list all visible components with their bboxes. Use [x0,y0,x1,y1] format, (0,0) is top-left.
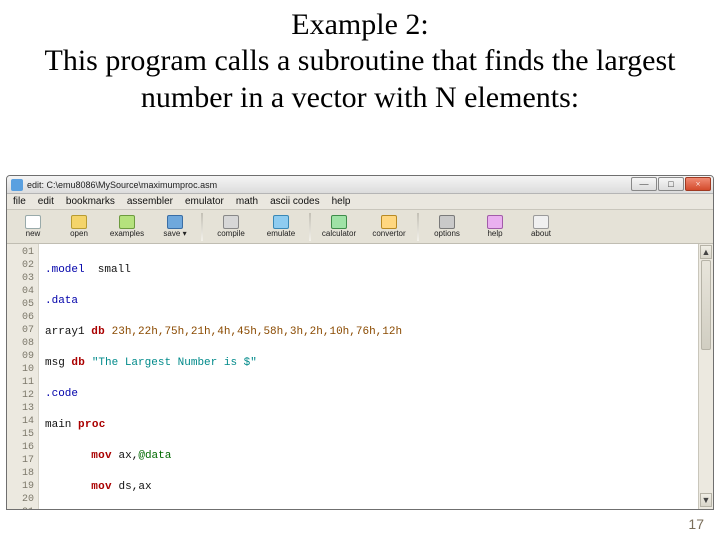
menu-emulator[interactable]: emulator [185,196,224,207]
menu-ascii[interactable]: ascii codes [270,196,319,207]
tb-examples[interactable]: examples [103,211,151,243]
app-icon [11,179,23,191]
code-line: msg db "The Largest Number is $" [45,357,713,370]
emulate-icon [273,215,289,229]
slide-page-number: 17 [688,516,704,532]
line-number: 10 [7,363,38,376]
menu-bookmarks[interactable]: bookmarks [66,196,115,207]
toolbar: new open examples save ▾ compile emulate… [7,210,713,244]
line-number: 04 [7,285,38,298]
line-number: 06 [7,311,38,324]
scroll-down-button[interactable]: ▼ [700,493,712,507]
line-number: 16 [7,441,38,454]
tb-new[interactable]: new [11,211,55,243]
menu-math[interactable]: math [236,196,258,207]
about-icon [533,215,549,229]
code-editor[interactable]: .model small .data array1 db 23h,22h,75h… [39,244,713,509]
scroll-up-button[interactable]: ▲ [700,245,712,259]
menu-help[interactable]: help [332,196,351,207]
slide-title: Example 2: This program calls a subrouti… [0,0,720,116]
vertical-scrollbar[interactable]: ▲ ▼ [698,244,713,509]
window-title: edit: C:\emu8086\MySource\maximumproc.as… [27,180,217,190]
line-gutter: 01 02 03 04 05 06 07 08 09 10 11 12 13 1… [7,244,39,509]
line-number: 05 [7,298,38,311]
chevron-down-icon: ▾ [183,229,187,238]
tb-about[interactable]: about [519,211,563,243]
line-number: 11 [7,376,38,389]
line-number: 21 [7,506,38,510]
maximize-button[interactable]: □ [658,177,684,191]
gear-icon [439,215,455,229]
menu-edit[interactable]: edit [38,196,54,207]
line-number: 01 [7,246,38,259]
title-description: This program calls a subroutine that fin… [0,42,720,116]
save-icon [167,215,183,229]
code-line: .data [45,295,713,308]
calculator-icon [331,215,347,229]
code-area: 01 02 03 04 05 06 07 08 09 10 11 12 13 1… [7,244,713,509]
convertor-icon [381,215,397,229]
code-line: .model small [45,264,713,277]
line-number: 09 [7,350,38,363]
minimize-button[interactable]: — [631,177,657,191]
toolbar-separator [417,213,419,241]
tb-compile[interactable]: compile [207,211,255,243]
scroll-thumb[interactable] [701,260,711,350]
line-number: 08 [7,337,38,350]
close-button[interactable]: × [685,177,711,191]
tb-options[interactable]: options [423,211,471,243]
line-number: 12 [7,389,38,402]
toolbar-separator [309,213,311,241]
title-line-1: Example 2: [0,8,720,42]
compile-icon [223,215,239,229]
code-line: mov ax,@data [45,450,713,463]
tb-convertor[interactable]: convertor [365,211,413,243]
tb-help[interactable]: help [473,211,517,243]
help-icon [487,215,503,229]
tb-save[interactable]: save ▾ [153,211,197,243]
line-number: 15 [7,428,38,441]
code-line: mov ds,ax [45,481,713,494]
line-number: 07 [7,324,38,337]
menu-bar: file edit bookmarks assembler emulator m… [7,194,713,210]
toolbar-separator [201,213,203,241]
tb-calculator[interactable]: calculator [315,211,363,243]
window-titlebar[interactable]: edit: C:\emu8086\MySource\maximumproc.as… [7,176,713,194]
line-number: 02 [7,259,38,272]
line-number: 20 [7,493,38,506]
editor-window: edit: C:\emu8086\MySource\maximumproc.as… [6,175,714,510]
tb-emulate[interactable]: emulate [257,211,305,243]
line-number: 19 [7,480,38,493]
examples-icon [119,215,135,229]
code-line: main proc [45,419,713,432]
open-icon [71,215,87,229]
menu-file[interactable]: file [13,196,26,207]
menu-assembler[interactable]: assembler [127,196,173,207]
line-number: 17 [7,454,38,467]
line-number: 03 [7,272,38,285]
line-number: 13 [7,402,38,415]
code-line: array1 db 23h,22h,75h,21h,4h,45h,58h,3h,… [45,326,713,339]
tb-open[interactable]: open [57,211,101,243]
code-line: .code [45,388,713,401]
line-number: 14 [7,415,38,428]
new-icon [25,215,41,229]
line-number: 18 [7,467,38,480]
